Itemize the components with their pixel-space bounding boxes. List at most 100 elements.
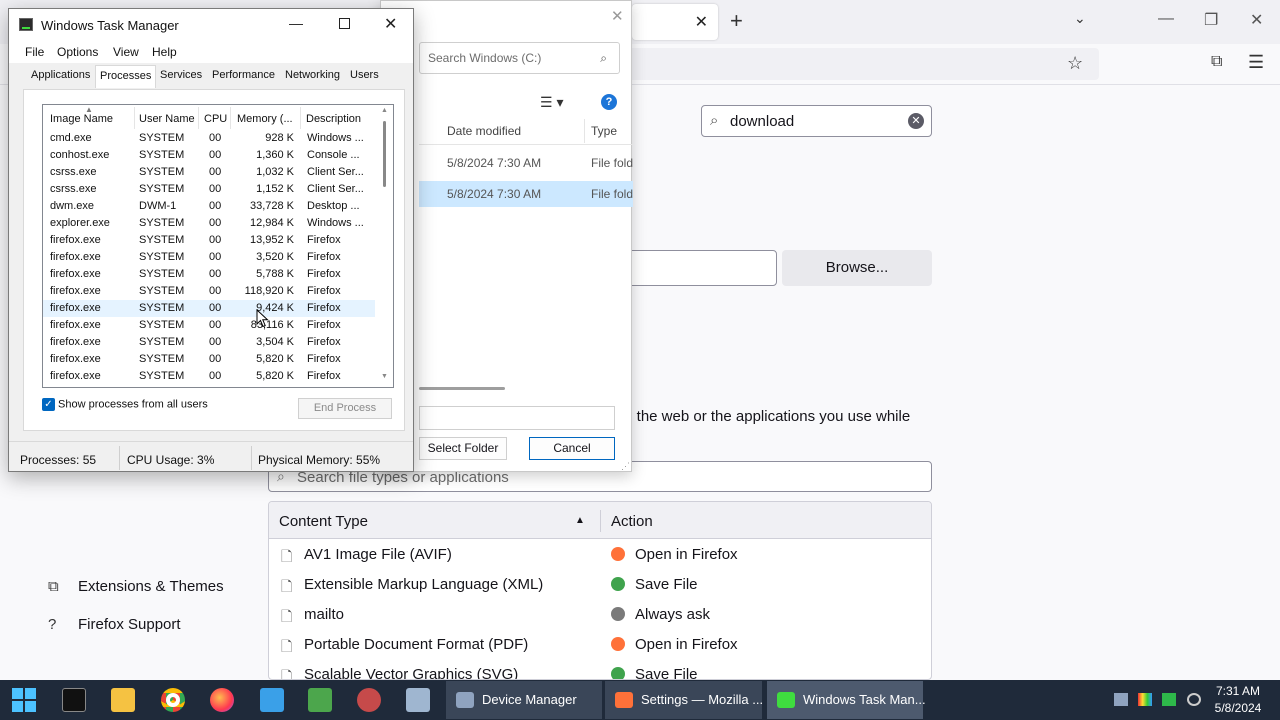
folder-row[interactable]: 5/8/2024 7:30 AM File fold <box>419 150 633 176</box>
table-row[interactable]: 🗋 Scalable Vector Graphics (SVG) Save File <box>269 659 931 679</box>
title-bar[interactable]: Windows Task Manager — ✕ <box>9 9 413 41</box>
process-row[interactable]: firefox.exe SYSTEM 00 118,920 K Firefox <box>43 283 375 300</box>
tab-services[interactable]: Services <box>160 69 202 81</box>
horizontal-scrollbar[interactable] <box>419 387 505 390</box>
process-row[interactable]: dwm.exe DWM-1 00 33,728 K Desktop ... <box>43 198 375 215</box>
memory-column-header[interactable]: Memory (... <box>237 113 293 125</box>
sidebar-item-support[interactable]: ? Firefox Support <box>48 616 181 633</box>
restore-icon[interactable]: ❐ <box>1204 10 1218 30</box>
new-tab-icon[interactable]: + <box>730 8 743 34</box>
cancel-button[interactable]: Cancel <box>529 437 615 460</box>
close-icon[interactable]: ✕ <box>1250 10 1263 30</box>
taskbar-window-button[interactable]: Windows Task Man... <box>767 681 926 719</box>
process-row[interactable]: explorer.exe SYSTEM 00 12,984 K Windows ... <box>43 215 375 232</box>
content-type-column-header[interactable]: Content Type <box>279 513 368 530</box>
chrome-icon[interactable] <box>161 688 185 712</box>
taskbar-window-button[interactable]: Settings — Mozilla ... <box>605 681 763 719</box>
settings-search-input[interactable]: ⌕ download ✕ <box>701 105 932 137</box>
notepad-icon[interactable] <box>260 688 284 712</box>
taskbar-window-button[interactable]: Device Manager <box>446 681 602 719</box>
scroll-up-icon[interactable]: ▲ <box>381 107 388 114</box>
scroll-down-icon[interactable]: ▼ <box>381 373 388 380</box>
browser-tab[interactable]: ✕ <box>632 4 718 40</box>
process-row[interactable]: csrss.exe SYSTEM 00 1,152 K Client Ser... <box>43 181 375 198</box>
menu-options[interactable]: Options <box>57 45 98 59</box>
process-row[interactable]: firefox.exe SYSTEM 00 3,504 K Firefox <box>43 334 375 351</box>
help-icon[interactable]: ? <box>601 94 617 110</box>
action-cell[interactable]: Save File <box>635 576 698 593</box>
menu-file[interactable]: File <box>25 45 44 59</box>
close-icon[interactable]: ✕ <box>384 14 397 34</box>
action-cell[interactable]: Save File <box>635 666 698 679</box>
network-tray-icon[interactable] <box>1114 693 1128 706</box>
bookmark-star-icon[interactable]: ☆ <box>1067 53 1083 74</box>
table-row[interactable]: 🗋 Extensible Markup Language (XML) Save Fi… <box>269 569 931 599</box>
extensions-icon[interactable]: ⧉ <box>1211 53 1222 71</box>
taskbar-clock[interactable]: 7:31 AM 5/8/2024 <box>1205 683 1271 717</box>
terminal-icon[interactable] <box>62 688 86 712</box>
folder-name-field[interactable] <box>419 406 615 430</box>
tab-processes[interactable]: Processes <box>95 65 157 88</box>
spreadsheet-icon[interactable] <box>308 688 332 712</box>
vertical-scrollbar[interactable]: ▲ ▼ <box>377 105 393 387</box>
description-column-header[interactable]: Description <box>306 113 361 125</box>
user-name-column-header[interactable]: User Name <box>139 113 195 125</box>
action-cell[interactable]: Open in Firefox <box>635 546 738 563</box>
folder-search-input[interactable]: Search Windows (C:) ⌕ <box>419 42 620 74</box>
process-row[interactable]: firefox.exe SYSTEM 00 5,820 K Firefox <box>43 368 375 385</box>
process-row[interactable]: firefox.exe SYSTEM 00 9,424 K Firefox <box>43 300 375 317</box>
chevron-down-icon[interactable]: ⌄ <box>1074 10 1086 27</box>
process-row[interactable]: firefox.exe SYSTEM 00 5,820 K Firefox <box>43 351 375 368</box>
notifications-tray-icon[interactable] <box>1187 693 1201 706</box>
firefox-icon[interactable] <box>210 688 234 712</box>
tab-applications[interactable]: Applications <box>31 69 90 81</box>
process-row[interactable]: firefox.exe SYSTEM 00 13,952 K Firefox <box>43 232 375 249</box>
calculator-icon[interactable] <box>406 688 430 712</box>
process-row[interactable]: firefox.exe SYSTEM 00 5,788 K Firefox <box>43 266 375 283</box>
checkmark-icon[interactable]: ✓ <box>42 398 55 411</box>
scrollbar-thumb[interactable] <box>383 121 386 187</box>
tab-performance[interactable]: Performance <box>212 69 275 81</box>
table-row[interactable]: 🗋 mailto Always ask <box>269 599 931 629</box>
maximize-icon[interactable] <box>339 18 350 29</box>
tab-networking[interactable]: Networking <box>285 69 340 81</box>
process-row[interactable]: firefox.exe SYSTEM 00 83,116 K Firefox <box>43 317 375 334</box>
file-explorer-icon[interactable] <box>111 688 135 712</box>
end-process-button[interactable]: End Process <box>298 398 392 419</box>
tab-users[interactable]: Users <box>350 69 379 81</box>
view-options-icon[interactable]: ☰ ▾ <box>540 94 563 111</box>
action-cell[interactable]: Open in Firefox <box>635 636 738 653</box>
menu-view[interactable]: View <box>113 45 139 59</box>
process-row[interactable]: csrss.exe SYSTEM 00 1,032 K Client Ser... <box>43 164 375 181</box>
image-name-column-header[interactable]: Image Name <box>50 113 113 125</box>
process-list[interactable]: ▲ Image Name User Name CPU Memory (... D… <box>42 104 394 388</box>
show-all-processes-checkbox[interactable]: ✓ Show processes from all users <box>42 398 208 411</box>
security-tray-icon[interactable] <box>1162 693 1176 706</box>
minimize-icon[interactable]: — <box>289 15 303 31</box>
folder-row[interactable]: 5/8/2024 7:30 AM File fold <box>419 181 633 207</box>
select-folder-button[interactable]: Select Folder <box>419 437 507 460</box>
resize-grip-icon[interactable]: ⋰ <box>621 461 630 472</box>
close-tab-icon[interactable]: ✕ <box>695 12 708 32</box>
table-row[interactable]: 🗋 AV1 Image File (AVIF) Open in Firefox <box>269 539 931 569</box>
process-row[interactable]: conhost.exe SYSTEM 00 1,360 K Console ... <box>43 147 375 164</box>
process-row[interactable]: firefox.exe SYSTEM 00 3,520 K Firefox <box>43 249 375 266</box>
table-row[interactable]: 🗋 Portable Document Format (PDF) Open in F… <box>269 629 931 659</box>
minimize-icon[interactable]: — <box>1158 10 1174 28</box>
clear-search-icon[interactable]: ✕ <box>908 113 924 129</box>
url-bar[interactable] <box>615 48 1099 80</box>
menu-help[interactable]: Help <box>152 45 177 59</box>
close-icon[interactable]: ✕ <box>611 7 624 25</box>
sidebar-item-extensions[interactable]: ⧉ Extensions & Themes <box>48 578 224 595</box>
action-cell[interactable]: Always ask <box>635 606 710 623</box>
process-row[interactable]: cmd.exe SYSTEM 00 928 K Windows ... <box>43 130 375 147</box>
date-modified-column-header[interactable]: Date modified <box>447 124 521 138</box>
display-tray-icon[interactable] <box>1138 693 1152 706</box>
start-button[interactable] <box>12 688 36 712</box>
browse-button[interactable]: Browse... <box>782 250 932 286</box>
type-column-header[interactable]: Type <box>591 124 617 138</box>
hamburger-menu-icon[interactable]: ☰ <box>1248 52 1264 73</box>
media-player-icon[interactable] <box>357 688 381 712</box>
action-column-header[interactable]: Action <box>611 513 653 530</box>
cpu-column-header[interactable]: CPU <box>204 113 227 125</box>
